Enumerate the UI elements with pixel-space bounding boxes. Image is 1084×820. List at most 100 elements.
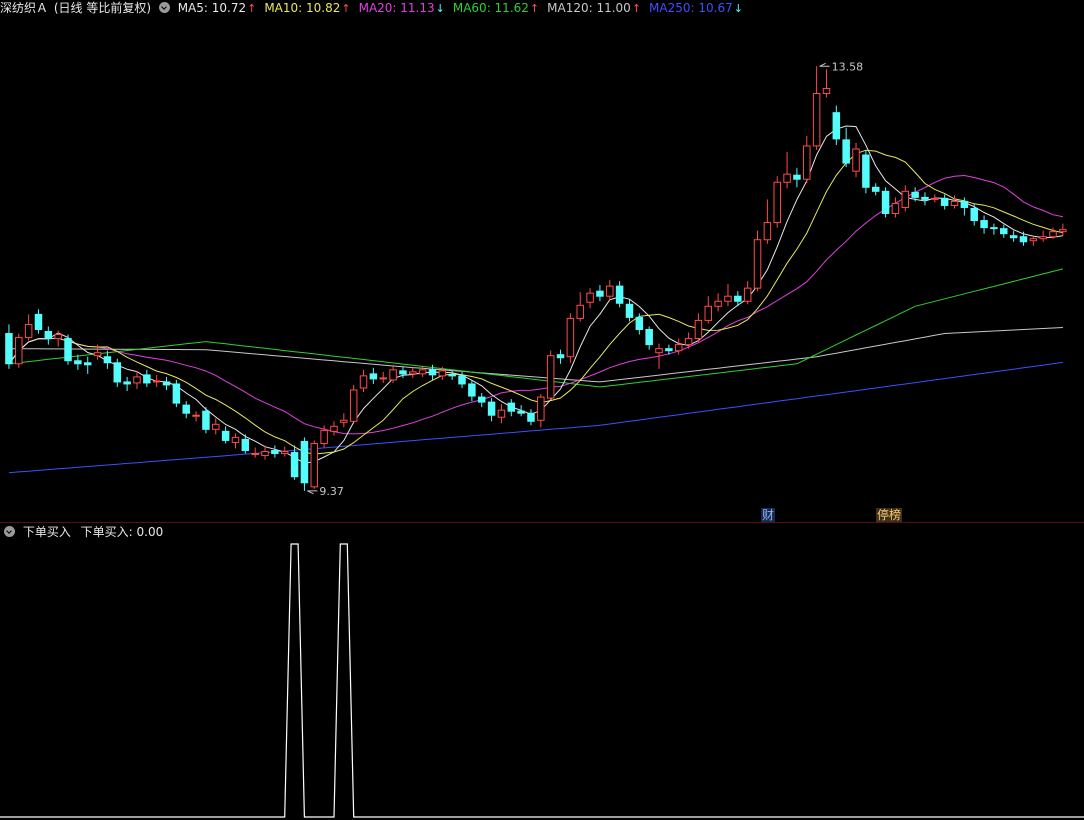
candle-body-up bbox=[546, 355, 555, 399]
candle-body-down bbox=[487, 401, 496, 416]
financial-report-badge[interactable]: 财 bbox=[761, 508, 776, 522]
candle-body-up bbox=[566, 317, 575, 358]
indicator-settings-icon[interactable] bbox=[4, 526, 15, 537]
candle-body-up bbox=[753, 239, 762, 289]
candle-body-down bbox=[665, 348, 673, 352]
candle-body-down bbox=[842, 139, 850, 164]
indicator-line bbox=[0, 543, 1084, 818]
candle-body-up bbox=[891, 202, 900, 215]
ma-value: MA5: 10.72 bbox=[177, 1, 247, 15]
candle-body-down bbox=[881, 190, 890, 215]
trading-list-badge[interactable]: 停榜 bbox=[876, 508, 903, 522]
stock-name[interactable]: 深纺织Ａ bbox=[0, 0, 48, 16]
candle-body-down bbox=[645, 328, 653, 346]
candle-body-up bbox=[1029, 238, 1038, 242]
candle-body-down bbox=[5, 333, 13, 365]
candle-body-down bbox=[182, 404, 190, 414]
candle-body-up bbox=[93, 352, 102, 357]
ma20-line bbox=[8, 174, 1064, 435]
candle-body-down bbox=[507, 402, 516, 412]
candle-body-down bbox=[83, 362, 92, 366]
candle-body-down bbox=[202, 410, 210, 430]
candle-body-down bbox=[290, 452, 299, 478]
candle-body-up bbox=[714, 300, 722, 307]
candle-body-down bbox=[556, 354, 565, 359]
candle-body-down bbox=[300, 440, 309, 484]
candle-body-up bbox=[950, 200, 959, 206]
candle-body-up bbox=[822, 87, 831, 95]
ma-legend-item: MA120: 11.00↑ bbox=[547, 0, 641, 17]
indicator-name[interactable]: 下单买入 bbox=[23, 524, 71, 540]
candle-body-up bbox=[724, 295, 732, 302]
indicator-chart[interactable] bbox=[0, 540, 1084, 820]
candle-body-up bbox=[231, 436, 240, 443]
main-chart-header: 深纺织Ａ (日线 等比前复权) MA5: 10.72↑ MA10: 10.82↑ M… bbox=[0, 0, 751, 16]
low-price-label: 9.37 bbox=[319, 485, 344, 498]
ma-value: MA10: 10.82 bbox=[264, 1, 341, 15]
candle-body-up bbox=[54, 334, 62, 340]
ma-legend-item: MA60: 11.62↑ bbox=[453, 0, 539, 17]
arrow-up-icon: ↑ bbox=[529, 2, 540, 15]
candle-body-up bbox=[931, 197, 939, 200]
candle-body-up bbox=[606, 285, 614, 297]
candle-body-up bbox=[704, 305, 713, 321]
stock-chart-window: 深纺织Ａ (日线 等比前复权) MA5: 10.72↑ MA10: 10.82↑ M… bbox=[0, 0, 1084, 820]
candle-body-up bbox=[743, 287, 752, 302]
candle-body-down bbox=[143, 374, 151, 384]
candle-body-down bbox=[241, 438, 250, 452]
candle-body-down bbox=[921, 196, 929, 200]
candle-body-down bbox=[1009, 235, 1018, 239]
high-price-label: 13.58 bbox=[832, 60, 864, 73]
candle-body-up bbox=[586, 292, 594, 303]
candle-body-down bbox=[527, 412, 535, 422]
candle-body-up bbox=[152, 380, 161, 383]
candle-body-up bbox=[418, 369, 427, 375]
candle-body-down bbox=[64, 338, 72, 362]
candle-body-up bbox=[674, 344, 683, 352]
candle-body-down bbox=[271, 450, 279, 455]
candle-body-up bbox=[280, 451, 289, 455]
candle-body-up bbox=[1049, 231, 1057, 238]
candlestick-chart[interactable]: 13.58 9.37 bbox=[0, 16, 1084, 522]
ma-legend-item: MA10: 10.82↑ bbox=[264, 0, 350, 17]
candle-body-up bbox=[389, 369, 397, 381]
candle-body-up bbox=[261, 451, 269, 457]
arrow-up-icon: ↑ bbox=[631, 2, 642, 15]
arrow-down-icon: ↓ bbox=[733, 2, 743, 15]
indicator-header: 下单买入 下单买入: 0.00 bbox=[0, 524, 163, 540]
candle-body-down bbox=[369, 373, 378, 380]
candle-body-up bbox=[694, 319, 703, 340]
panel-divider[interactable] bbox=[0, 522, 1084, 523]
candle-body-up bbox=[901, 190, 910, 208]
candle-body-up bbox=[320, 429, 328, 444]
candle-body-down bbox=[468, 383, 476, 397]
ma-value: MA60: 11.62 bbox=[452, 1, 529, 15]
ma-legend-item: MA250: 10.67↓ bbox=[649, 0, 743, 17]
ma-value: MA120: 11.00 bbox=[547, 1, 631, 15]
candle-body-up bbox=[409, 371, 417, 375]
candle-body-down bbox=[1019, 236, 1028, 243]
low-marker bbox=[307, 490, 318, 495]
candle-body-up bbox=[537, 396, 545, 421]
candle-body-down bbox=[428, 369, 437, 376]
ma5-line bbox=[8, 125, 1063, 464]
candle-body-down bbox=[74, 360, 82, 365]
candle-body-down bbox=[221, 430, 230, 441]
candle-body-up bbox=[783, 173, 791, 183]
settings-dropdown-icon[interactable] bbox=[158, 2, 170, 13]
candle-body-up bbox=[24, 323, 33, 339]
candle-body-up bbox=[340, 419, 348, 423]
candle-body-up bbox=[812, 93, 821, 147]
candle-body-up bbox=[349, 389, 358, 422]
candle-body-up bbox=[330, 425, 338, 432]
candle-body-down bbox=[793, 174, 801, 180]
candle-body-down bbox=[871, 186, 880, 192]
candle-body-down bbox=[458, 375, 466, 385]
candle-body-down bbox=[103, 356, 112, 364]
ma-legend-item: MA20: 11.13↓ bbox=[359, 0, 445, 17]
candle-body-down bbox=[980, 220, 988, 229]
candle-body-up bbox=[852, 148, 860, 172]
candle-body-down bbox=[960, 200, 969, 208]
candle-body-down bbox=[615, 285, 624, 304]
candle-body-down bbox=[940, 197, 949, 206]
